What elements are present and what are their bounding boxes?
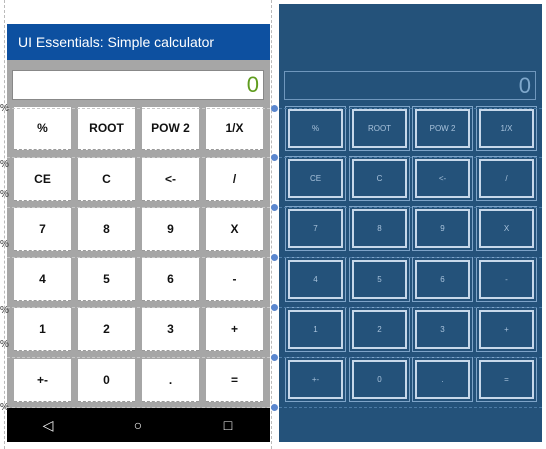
blueprint-key[interactable]: 8 <box>352 209 407 248</box>
edge-percent-marker: % <box>0 339 9 350</box>
edge-percent-marker: % <box>0 305 9 316</box>
blueprint-key[interactable]: + <box>479 310 534 349</box>
right-guide <box>271 0 272 449</box>
edge-percent-marker: % <box>0 239 9 250</box>
edge-percent-marker: % <box>0 103 9 114</box>
key-button[interactable]: 1 <box>14 308 71 351</box>
blueprint-display: 0 <box>284 71 536 100</box>
blueprint-key[interactable]: +- <box>288 360 343 399</box>
blueprint-guide <box>279 307 542 308</box>
layout-guide <box>7 157 270 158</box>
recent-apps-icon[interactable]: □ <box>213 408 243 442</box>
key-button[interactable]: <- <box>142 158 199 201</box>
constraint-handle[interactable] <box>271 404 278 411</box>
blueprint-key[interactable]: 4 <box>288 260 343 299</box>
blueprint-key[interactable]: ROOT <box>352 109 407 148</box>
layout-guide <box>7 407 270 408</box>
blueprint-key[interactable]: - <box>479 260 534 299</box>
blueprint-key[interactable]: 6 <box>415 260 470 299</box>
key-button[interactable]: X <box>206 208 263 251</box>
blueprint-key[interactable]: C <box>352 159 407 198</box>
blueprint-guide <box>279 108 542 109</box>
blueprint-key[interactable]: X <box>479 209 534 248</box>
key-button[interactable]: % <box>14 107 71 150</box>
layout-guide <box>7 207 270 208</box>
blueprint-key[interactable]: . <box>415 360 470 399</box>
blueprint-key[interactable]: 1/X <box>479 109 534 148</box>
blueprint-key[interactable]: 3 <box>415 310 470 349</box>
key-button[interactable]: 0 <box>78 359 135 402</box>
status-bar <box>7 4 270 24</box>
blueprint-key[interactable]: % <box>288 109 343 148</box>
constraint-handle[interactable] <box>271 304 278 311</box>
key-button[interactable]: POW 2 <box>142 107 199 150</box>
edge-percent-marker: % <box>0 402 9 413</box>
layout-guide <box>7 108 270 109</box>
key-button[interactable]: 6 <box>142 258 199 301</box>
back-icon[interactable]: ◁ <box>33 408 63 442</box>
left-guide <box>4 0 5 449</box>
key-button[interactable]: 1/X <box>206 107 263 150</box>
blueprint-key[interactable]: CE <box>288 159 343 198</box>
layout-guide <box>7 257 270 258</box>
blueprint-guide <box>279 207 542 208</box>
blueprint-guide <box>279 157 542 158</box>
constraint-handle[interactable] <box>271 105 278 112</box>
key-button[interactable]: + <box>206 308 263 351</box>
key-button[interactable]: 7 <box>14 208 71 251</box>
key-button[interactable]: 5 <box>78 258 135 301</box>
blueprint-key[interactable]: 5 <box>352 260 407 299</box>
app-title: UI Essentials: Simple calculator <box>18 34 215 50</box>
navigation-bar: ◁ ○ □ <box>7 408 270 442</box>
key-button[interactable]: 4 <box>14 258 71 301</box>
blueprint-key[interactable]: 1 <box>288 310 343 349</box>
key-button[interactable]: = <box>206 359 263 402</box>
edge-percent-marker: % <box>0 189 9 200</box>
key-button[interactable]: CE <box>14 158 71 201</box>
key-button[interactable]: 8 <box>78 208 135 251</box>
blueprint-key[interactable]: / <box>479 159 534 198</box>
blueprint-guide <box>279 357 542 358</box>
blueprint-guide <box>279 407 542 408</box>
blueprint-key[interactable]: = <box>479 360 534 399</box>
key-button[interactable]: 3 <box>142 308 199 351</box>
key-button[interactable]: ROOT <box>78 107 135 150</box>
constraint-handle[interactable] <box>271 154 278 161</box>
key-button[interactable]: / <box>206 158 263 201</box>
blueprint-key[interactable]: <- <box>415 159 470 198</box>
blueprint-key[interactable]: 7 <box>288 209 343 248</box>
key-button[interactable]: 2 <box>78 308 135 351</box>
blueprint-key[interactable]: 2 <box>352 310 407 349</box>
layout-guide <box>7 307 270 308</box>
blueprint-key[interactable]: POW 2 <box>415 109 470 148</box>
key-button[interactable]: - <box>206 258 263 301</box>
blueprint-guide <box>279 257 542 258</box>
blueprint-key[interactable]: 9 <box>415 209 470 248</box>
key-button[interactable]: . <box>142 359 199 402</box>
edge-percent-marker: % <box>0 159 9 170</box>
key-button[interactable]: 9 <box>142 208 199 251</box>
layout-guide <box>7 357 270 358</box>
constraint-handle[interactable] <box>271 254 278 261</box>
home-icon[interactable]: ○ <box>123 408 153 442</box>
key-button[interactable]: C <box>78 158 135 201</box>
constraint-handle[interactable] <box>271 354 278 361</box>
key-button[interactable]: +- <box>14 359 71 402</box>
blueprint-key[interactable]: 0 <box>352 360 407 399</box>
app-bar: UI Essentials: Simple calculator <box>7 24 270 60</box>
calculator-display: 0 <box>12 70 264 100</box>
constraint-handle[interactable] <box>271 204 278 211</box>
